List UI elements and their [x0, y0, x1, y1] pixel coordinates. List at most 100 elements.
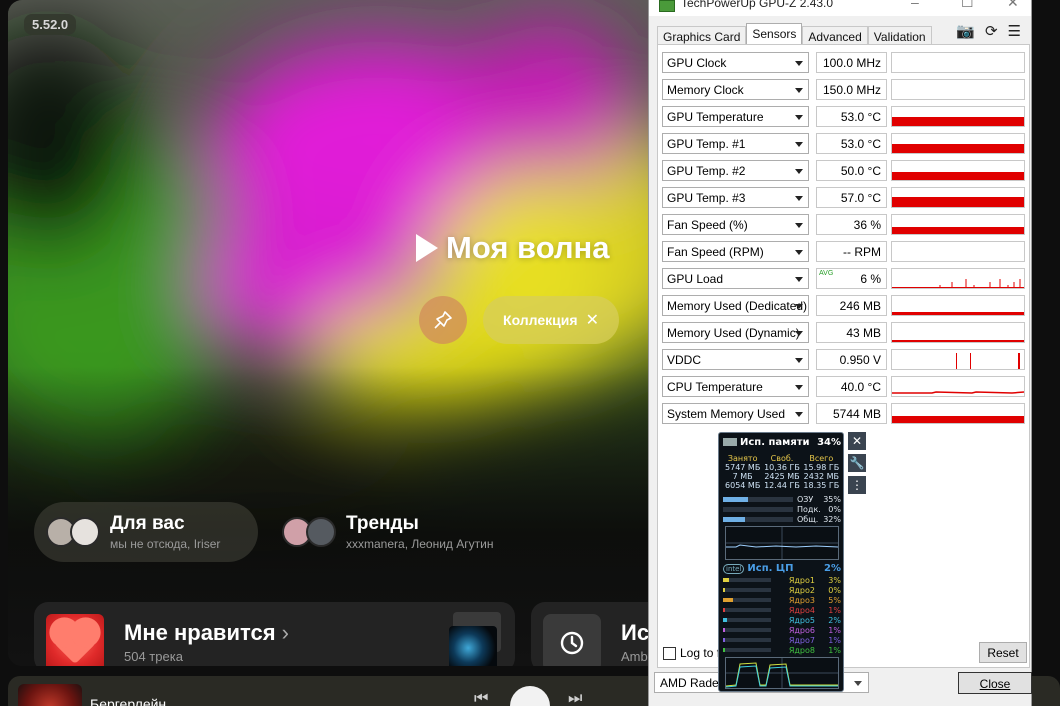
core-label: Ядро2 — [788, 585, 815, 595]
table-cell: 2425 МБ — [764, 472, 800, 481]
drag-handle-icon[interactable]: ⋮ — [848, 476, 866, 494]
sensor-name-dropdown[interactable]: VDDC — [662, 349, 809, 370]
table-cell: 6054 МБ — [725, 481, 761, 490]
track-title[interactable]: Бергерлейн — [90, 696, 166, 706]
tab-sensors[interactable]: Sensors — [746, 23, 803, 45]
header-used: Занято — [727, 454, 758, 463]
track-cover[interactable] — [18, 684, 82, 706]
sensor-name-dropdown[interactable]: GPU Temperature — [662, 106, 809, 127]
window-close-icon[interactable]: ✕ — [1007, 0, 1019, 11]
sensor-name-dropdown[interactable]: Fan Speed (%) — [662, 214, 809, 235]
tab-advanced[interactable]: Advanced — [802, 26, 868, 45]
sensor-value: 5744 MB — [832, 407, 881, 421]
sensor-name: Memory Clock — [667, 83, 744, 97]
music-app-window: 5.52.0 Моя волна Коллекция ✕ Для вас мы … — [8, 0, 708, 666]
sensor-graph[interactable] — [891, 214, 1025, 235]
liked-tracks-card[interactable]: Мне нравится › 504 трека — [34, 602, 515, 666]
sensor-value: 50.0 °C — [840, 164, 881, 178]
memory-bar-fill — [723, 516, 745, 522]
sensor-graph[interactable] — [891, 106, 1025, 127]
sensor-name-dropdown[interactable]: GPU Load — [662, 268, 809, 289]
sensor-graph[interactable] — [891, 52, 1025, 73]
sensor-name: GPU Load — [667, 272, 724, 286]
sensor-name-dropdown[interactable]: Fan Speed (RPM) — [662, 241, 809, 262]
sensor-value: 0.950 V — [839, 353, 881, 367]
table-cell: 10,36 ГБ — [764, 463, 800, 472]
sensor-graph[interactable] — [891, 133, 1025, 154]
tab-validation[interactable]: Validation — [867, 26, 932, 45]
memory-bar-value: 0% — [828, 504, 841, 514]
sensor-graph[interactable] — [891, 241, 1025, 262]
my-wave-play-button[interactable]: Моя волна — [416, 230, 610, 266]
table-cell: 15.98 ГБ — [803, 463, 840, 472]
sensor-name-dropdown[interactable]: Memory Clock — [662, 79, 809, 100]
sensor-graph[interactable] — [891, 376, 1025, 397]
close-icon[interactable]: ✕ — [586, 310, 599, 330]
sensor-graph[interactable] — [891, 187, 1025, 208]
sensor-name-dropdown[interactable]: GPU Temp. #1 — [662, 133, 809, 154]
sensor-graph[interactable] — [891, 268, 1025, 289]
play-pause-button[interactable] — [510, 686, 550, 706]
core-bar — [723, 648, 771, 652]
next-icon[interactable]: ⏭ — [568, 690, 582, 706]
sensor-name-dropdown[interactable]: GPU Temp. #3 — [662, 187, 809, 208]
close-button[interactable]: Close — [958, 672, 1032, 694]
wrench-icon[interactable]: 🔧 — [848, 454, 866, 472]
minimize-icon[interactable]: – — [911, 0, 919, 10]
gadget-controls: ✕ 🔧 ⋮ — [848, 432, 866, 494]
cpu-usage-title: intel Исп. ЦП 2% — [723, 563, 841, 574]
sensor-name-dropdown[interactable]: Memory Used (Dedicated) — [662, 295, 809, 316]
sensor-row: VDDC 0.950 V — [662, 349, 1026, 371]
memory-bar — [723, 516, 793, 522]
sensor-graph[interactable] — [891, 349, 1025, 370]
sensor-value: 53.0 °C — [840, 137, 881, 151]
collection-filter-button[interactable]: Коллекция ✕ — [483, 296, 619, 344]
sensor-graph[interactable] — [891, 403, 1025, 424]
log-to-file-checkbox[interactable] — [663, 646, 676, 660]
tab-graphics-card[interactable]: Graphics Card — [657, 26, 747, 45]
cpu-core-row: Ядро4 1% — [723, 605, 841, 615]
sensor-name-dropdown[interactable]: System Memory Used — [662, 403, 809, 424]
sensor-name: GPU Temp. #3 — [667, 191, 746, 205]
camera-icon[interactable]: 📷 — [956, 22, 975, 40]
cpu-core-row: Ядро6 1% — [723, 625, 841, 635]
refresh-icon[interactable]: ⟳ — [985, 22, 998, 40]
liked-thumbnails — [449, 612, 501, 666]
sensor-graph[interactable] — [891, 79, 1025, 100]
table-cell: 2432 МБ — [803, 472, 839, 481]
for-you-chip[interactable]: Для вас мы не отсюда, Iriser — [34, 502, 258, 562]
sensor-name-dropdown[interactable]: CPU Temperature — [662, 376, 809, 397]
sensor-graph[interactable] — [891, 322, 1025, 343]
core-bar — [723, 588, 771, 592]
trends-chip[interactable]: Тренды xxxmanera, Леонид Агутин — [270, 502, 520, 562]
thumbnail — [449, 626, 497, 666]
trends-subtitle: xxxmanera, Леонид Агутин — [346, 537, 494, 551]
core-bar — [723, 598, 771, 602]
previous-icon[interactable]: ⏮ — [474, 690, 488, 706]
gadget-close-icon[interactable]: ✕ — [848, 432, 866, 450]
sensor-graph[interactable] — [891, 295, 1025, 316]
sensor-name-dropdown[interactable]: GPU Temp. #2 — [662, 160, 809, 181]
pin-button[interactable] — [419, 296, 467, 344]
cpu-core-row: Ядро1 3% — [723, 575, 841, 585]
heart-cover — [46, 614, 104, 666]
core-value: 1% — [828, 645, 841, 655]
core-label: Ядро4 — [788, 605, 815, 615]
menu-icon[interactable]: ☰ — [1008, 22, 1021, 40]
sensor-value-box: 53.0 °C — [816, 133, 887, 154]
trends-avatars — [282, 517, 336, 547]
sensor-name: GPU Clock — [667, 56, 727, 70]
sensor-graph[interactable] — [891, 160, 1025, 181]
sensor-name-dropdown[interactable]: GPU Clock — [662, 52, 809, 73]
sensor-name: GPU Temp. #1 — [667, 137, 746, 151]
gpuz-tabs: Graphics Card Sensors Advanced Validatio… — [657, 23, 932, 45]
reset-button[interactable]: Reset — [979, 642, 1027, 663]
memory-bars: ОЗУ 35% Подк. 0% Общ. 32% — [723, 494, 841, 524]
memory-bar-value: 35% — [823, 494, 841, 504]
core-bar — [723, 638, 771, 642]
sensor-value-box: 36 % — [816, 214, 887, 235]
sensor-name-dropdown[interactable]: Memory Used (Dynamic) — [662, 322, 809, 343]
memory-chip-icon — [723, 438, 737, 446]
gpuz-titlebar[interactable]: TechPowerUp GPU-Z 2.43.0 – ☐ ✕ — [649, 0, 1031, 16]
maximize-icon[interactable]: ☐ — [961, 0, 974, 11]
